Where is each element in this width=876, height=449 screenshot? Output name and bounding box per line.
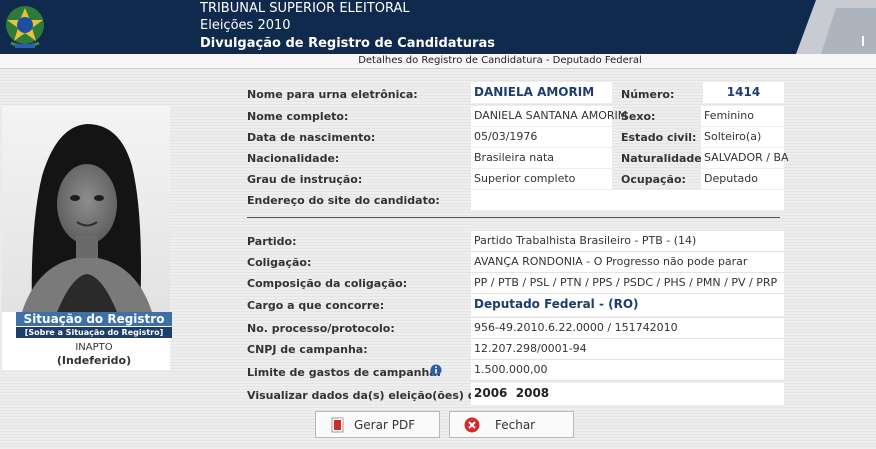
birthplace-value: SALVADOR / BA bbox=[701, 148, 789, 168]
process-number-label: No. processo/protocolo: bbox=[247, 322, 395, 335]
marital-status-value: Solteiro(a) bbox=[701, 127, 784, 147]
close-label: Fechar bbox=[495, 418, 536, 432]
nationality-value: Brasileira nata bbox=[471, 148, 612, 168]
pdf-icon bbox=[331, 417, 344, 433]
coalition-value: AVANÇA RONDONIA - O Progresso não pode p… bbox=[471, 252, 784, 272]
full-name-value: DANIELA SANTANA AMORIM bbox=[471, 106, 627, 126]
sex-label: Sexo: bbox=[621, 110, 656, 123]
header-title: TRIBUNAL SUPERIOR ELEITORAL bbox=[200, 1, 410, 16]
header-election: Eleições 2010 bbox=[200, 18, 291, 33]
party-value: Partido Trabalhista Brasileiro - PTB - (… bbox=[471, 231, 784, 251]
generate-pdf-label: Gerar PDF bbox=[354, 418, 416, 432]
brazil-coat-of-arms-icon bbox=[6, 6, 44, 48]
spending-limit-label: Limite de gastos de campanha: bbox=[247, 366, 442, 379]
office-value: Deputado Federal - (RO) bbox=[471, 294, 784, 316]
sex-value: Feminino bbox=[701, 106, 784, 126]
info-icon[interactable] bbox=[430, 364, 442, 376]
marital-status-label: Estado civil: bbox=[621, 131, 697, 144]
full-name-label: Nome completo: bbox=[247, 110, 349, 123]
close-icon bbox=[464, 417, 480, 433]
nationality-label: Nacionalidade: bbox=[247, 152, 340, 165]
registration-status-detail: (Indeferido) bbox=[56, 354, 132, 367]
registration-status-title: Situação do Registro bbox=[16, 312, 172, 326]
education-value: Superior completo bbox=[471, 169, 612, 189]
generate-pdf-button[interactable]: Gerar PDF bbox=[315, 411, 440, 438]
previous-elections-links[interactable]: 2006 2008 bbox=[471, 383, 784, 405]
birth-date-value: 05/03/1976 bbox=[471, 127, 612, 147]
ballot-name-value: DANIELA AMORIM bbox=[471, 82, 612, 103]
campaign-cnpj-label: CNPJ de campanha: bbox=[247, 343, 368, 356]
candidate-panel: Situação do Registro [Sobre a Situação d… bbox=[2, 106, 172, 370]
website-value bbox=[471, 190, 784, 210]
number-value: 1414 bbox=[703, 82, 784, 103]
coalition-composition-value: PP / PTB / PSL / PTN / PPS / PSDC / PHS … bbox=[471, 273, 784, 293]
close-button[interactable]: Fechar bbox=[449, 411, 574, 438]
view-elections-label: Visualizar dados da(s) eleição(ões) de: bbox=[247, 389, 488, 402]
party-label: Partido: bbox=[247, 235, 297, 248]
process-number-value: 956-49.2010.6.22.0000 / 151742010 bbox=[471, 318, 784, 338]
coalition-composition-label: Composição da coligação: bbox=[247, 277, 408, 290]
number-label: Número: bbox=[621, 88, 675, 101]
site-header: TRIBUNAL SUPERIOR ELEITORAL Eleições 201… bbox=[0, 0, 876, 54]
header-decoration bbox=[796, 0, 876, 54]
website-label: Endereço do site do candidato: bbox=[247, 194, 440, 207]
ballot-name-label: Nome para urna eletrônica: bbox=[247, 88, 418, 101]
section-divider bbox=[247, 217, 780, 218]
candidate-photo bbox=[2, 106, 170, 312]
header-section: Divulgação de Registro de Candidaturas bbox=[200, 36, 495, 51]
education-label: Grau de instrução: bbox=[247, 173, 363, 186]
birth-date-label: Data de nascimento: bbox=[247, 131, 376, 144]
campaign-cnpj-value: 12.207.298/0001-94 bbox=[471, 339, 784, 359]
occupation-label: Ocupação: bbox=[621, 173, 686, 186]
occupation-value: Deputado bbox=[701, 169, 784, 189]
subtitle-bar: Detalhes do Registro de Candidatura - De… bbox=[0, 54, 876, 69]
office-label: Cargo a que concorre: bbox=[247, 299, 385, 312]
coalition-label: Coligação: bbox=[247, 256, 312, 269]
registration-status-value: INAPTO bbox=[75, 342, 113, 353]
page-subtitle: Detalhes do Registro de Candidatura - De… bbox=[358, 55, 642, 66]
birthplace-label: Naturalidade: bbox=[621, 152, 707, 165]
spending-limit-value: 1.500.000,00 bbox=[471, 360, 784, 380]
registration-status-info-link[interactable]: [Sobre a Situação do Registro] bbox=[16, 327, 172, 338]
